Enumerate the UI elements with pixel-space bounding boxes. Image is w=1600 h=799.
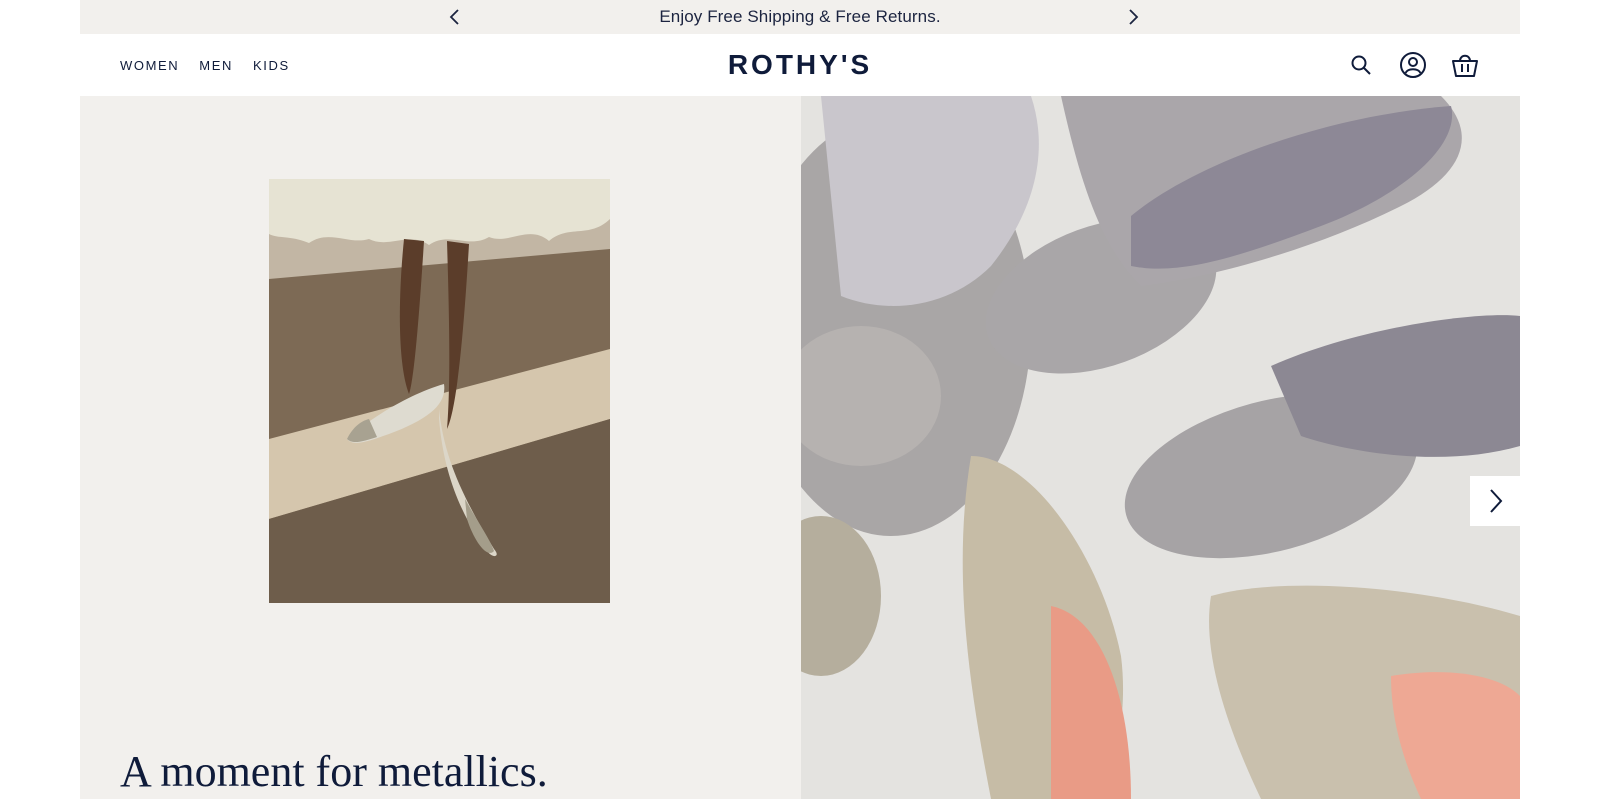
- chevron-right-icon: [1129, 9, 1139, 25]
- cart-icon: [1452, 54, 1478, 77]
- carousel-next-button[interactable]: [1470, 476, 1520, 526]
- announcement-bar: Enjoy Free Shipping & Free Returns.: [80, 0, 1520, 34]
- chevron-left-icon: [449, 9, 459, 25]
- nav-item-kids[interactable]: KIDS: [253, 58, 290, 73]
- hero-text-panel: A moment for metallics.: [80, 96, 801, 799]
- header-icons: [1346, 50, 1480, 80]
- brand-logo[interactable]: ROTHY'S: [728, 49, 872, 81]
- nav-item-women[interactable]: WOMEN: [120, 58, 179, 73]
- chevron-right-icon: [1490, 489, 1503, 513]
- site-header: WOMEN MEN KIDS ROTHY'S: [80, 34, 1520, 96]
- logo-wrapper: ROTHY'S: [80, 34, 1520, 96]
- cart-button[interactable]: [1450, 50, 1480, 80]
- account-icon: [1400, 52, 1426, 78]
- announcement-prev-button[interactable]: [445, 7, 465, 27]
- hero-model-photo[interactable]: [269, 179, 610, 603]
- model-photo-illustration: [269, 179, 610, 603]
- main-nav: WOMEN MEN KIDS: [120, 34, 290, 96]
- search-icon: [1351, 55, 1371, 75]
- search-button[interactable]: [1346, 50, 1376, 80]
- hero-headline: A moment for metallics.: [120, 747, 548, 796]
- account-button[interactable]: [1398, 50, 1428, 80]
- shoes-photo: [801, 96, 1520, 799]
- announcement-next-button[interactable]: [1123, 7, 1143, 27]
- page: Enjoy Free Shipping & Free Returns. WOME…: [80, 0, 1520, 799]
- nav-item-men[interactable]: MEN: [199, 58, 233, 73]
- hero-image-carousel: [801, 96, 1520, 799]
- announcement-message: Enjoy Free Shipping & Free Returns.: [659, 7, 941, 26]
